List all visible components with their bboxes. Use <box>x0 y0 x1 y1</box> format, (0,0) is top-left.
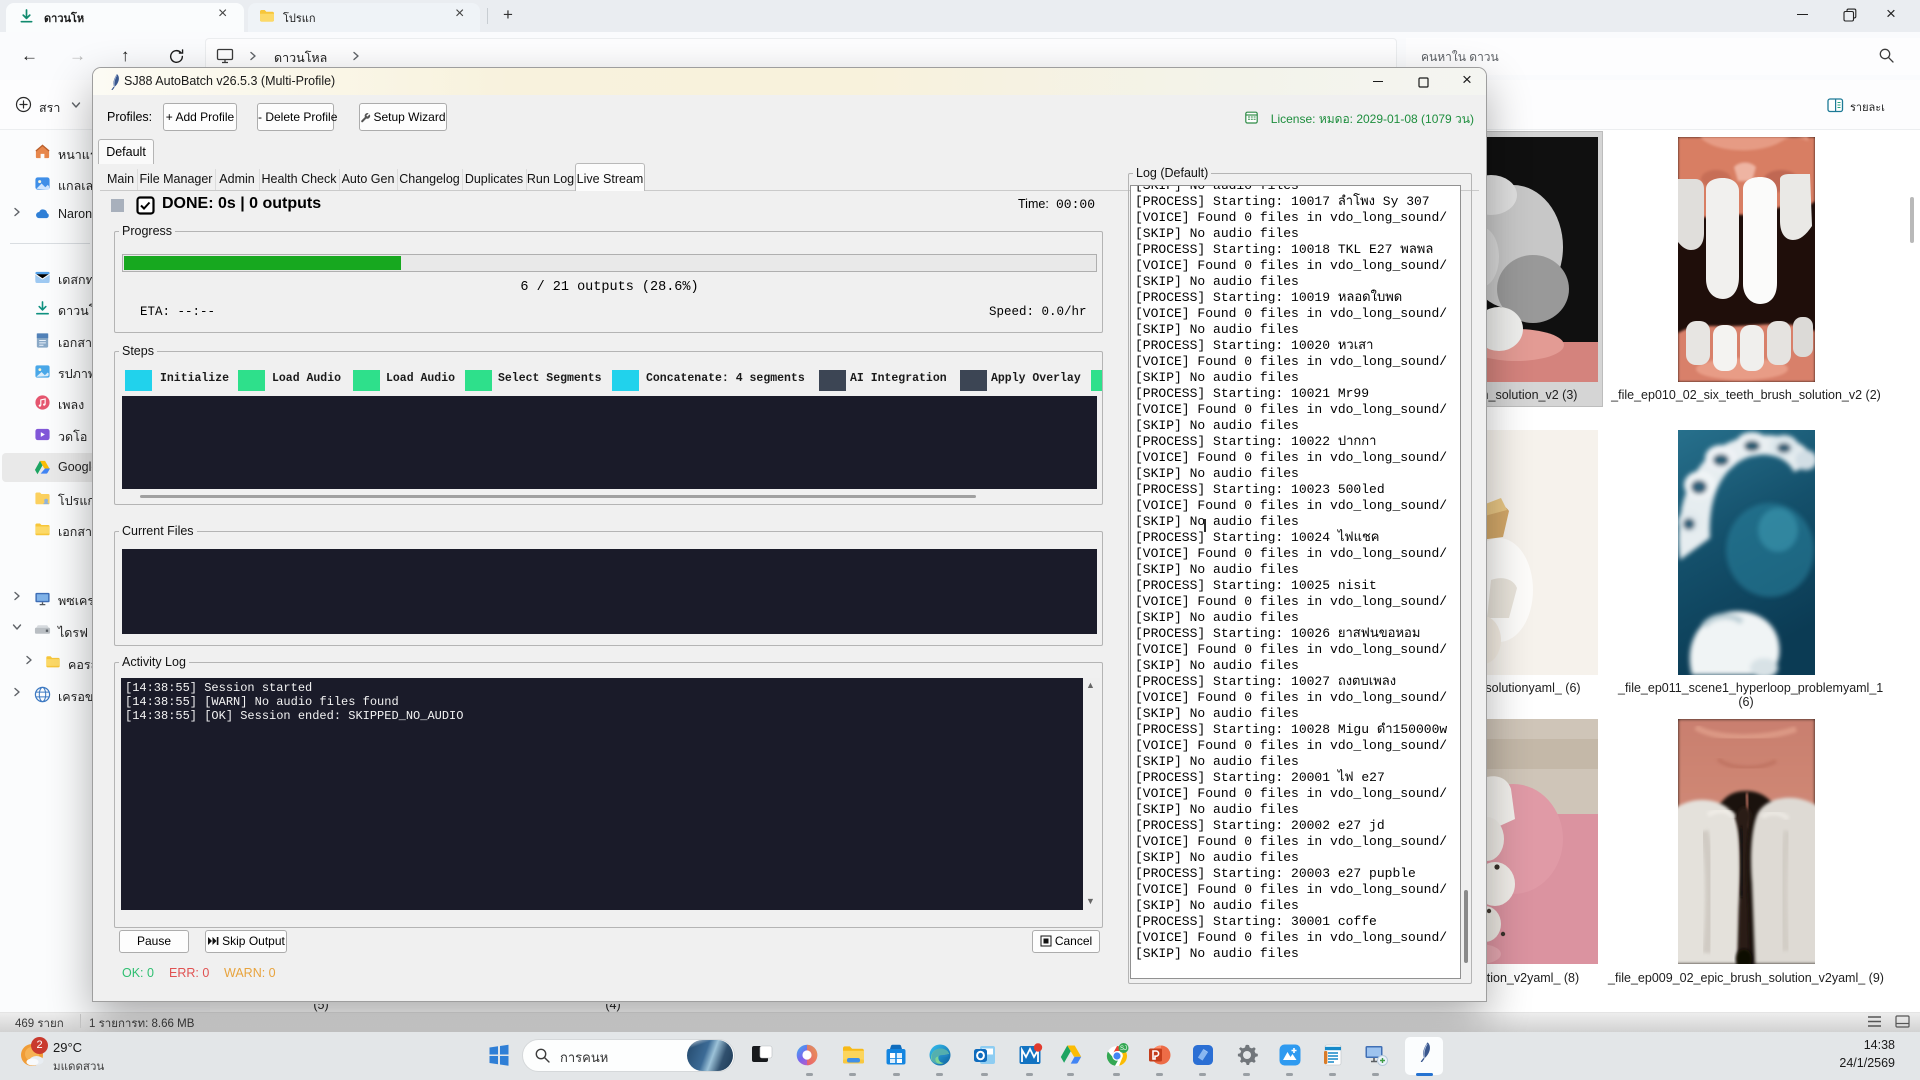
svg-text:SJ: SJ <box>1120 1046 1127 1052</box>
